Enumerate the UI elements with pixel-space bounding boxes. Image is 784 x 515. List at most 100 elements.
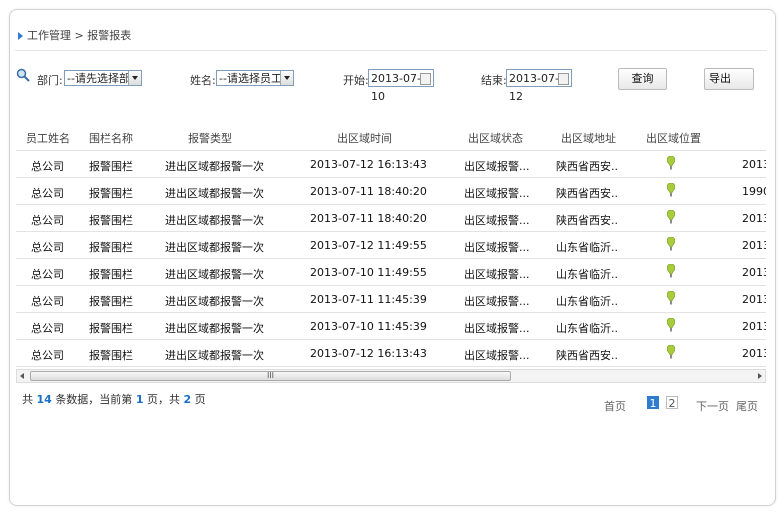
scrollbar-thumb[interactable]: III [30, 371, 511, 381]
map-pin-icon[interactable] [667, 318, 675, 332]
cell-time: 2013-07-12 16:13:43 [310, 158, 427, 171]
map-pin-icon[interactable] [667, 345, 675, 359]
cell-address: 陕西省西安... [556, 187, 618, 200]
cell-fence: 报警围栏 [89, 241, 133, 254]
cell-status: 出区域报警... [464, 322, 530, 335]
cell-address: 陕西省西安... [556, 214, 618, 227]
breadcrumb: 工作管理 > 报警报表 [18, 27, 131, 43]
dept-select[interactable]: --请先选择部 [64, 70, 142, 86]
cell-type: 进出区域都报警一次 [165, 160, 264, 173]
summary-pages: 2 [183, 393, 192, 406]
cell-address: 山东省临沂... [556, 295, 618, 308]
column-header: 员工姓名 [26, 132, 70, 145]
cell-fence: 报警围栏 [89, 295, 133, 308]
cell-extra: 2013 [742, 293, 766, 306]
table-row[interactable]: 总公司 报警围栏 进出区域都报警一次 2013-07-12 16:13:43 出区域报警… [16, 339, 766, 367]
filter-bar: 部门: --请先选择部 姓名: --请选择员工 开始: 2013-07-10 结… [0, 68, 784, 103]
start-date-input[interactable]: 2013-07-10 [368, 69, 434, 103]
cell-time: 2013-07-11 11:45:39 [310, 293, 427, 306]
column-header: 出区域位置 [646, 132, 701, 145]
page-2-button[interactable]: 2 [666, 396, 678, 410]
map-pin-icon[interactable] [667, 183, 675, 197]
chevron-down-icon[interactable] [128, 71, 141, 85]
cell-name: 总公司 [31, 322, 64, 335]
name-label: 姓名: [190, 74, 216, 87]
calendar-icon[interactable] [420, 73, 431, 85]
cell-type: 进出区域都报警一次 [165, 322, 264, 335]
cell-name: 总公司 [31, 241, 64, 254]
cell-extra: 2013 [742, 347, 766, 360]
next-page-link[interactable]: 下一页 [696, 398, 729, 414]
cell-extra: 2013 [742, 266, 766, 279]
map-pin-icon[interactable] [667, 210, 675, 224]
alarm-table: 员工姓名 围栏名称 报警类型 出区域时间 出区域状态 出区域地址 出区域位置 总… [16, 122, 766, 369]
query-button[interactable]: 查询 [618, 68, 667, 90]
table-row[interactable]: 总公司 报警围栏 进出区域都报警一次 2013-07-11 18:40:20 出区域报警… [16, 177, 766, 205]
cell-extra: 2013 [742, 212, 766, 225]
map-pin-icon[interactable] [667, 264, 675, 278]
cell-address: 山东省临沂... [556, 322, 618, 335]
breadcrumb-section[interactable]: 工作管理 [27, 29, 71, 42]
cell-extra: 2013 [742, 239, 766, 252]
map-pin-icon[interactable] [667, 291, 675, 305]
cell-address: 陕西省西安... [556, 160, 618, 173]
summary-text: 条数据，当前第 [55, 393, 133, 406]
cell-type: 进出区域都报警一次 [165, 187, 264, 200]
cell-fence: 报警围栏 [89, 187, 133, 200]
cell-type: 进出区域都报警一次 [165, 214, 264, 227]
table-row[interactable]: 总公司 报警围栏 进出区域都报警一次 2013-07-10 11:45:39 出区域报警… [16, 312, 766, 340]
summary-text: 页，共 [146, 393, 180, 406]
cell-status: 出区域报警... [464, 295, 530, 308]
dept-label: 部门: [37, 74, 63, 87]
cell-time: 2013-07-12 16:13:43 [310, 347, 427, 360]
cell-time: 2013-07-11 18:40:20 [310, 185, 427, 198]
cell-status: 出区域报警... [464, 160, 530, 173]
calendar-icon[interactable] [558, 73, 569, 85]
first-page-link[interactable]: 首页 [604, 398, 626, 414]
cell-type: 进出区域都报警一次 [165, 349, 264, 362]
cell-status: 出区域报警... [464, 268, 530, 281]
dept-select-value: --请先选择部 [67, 72, 130, 85]
employee-select[interactable]: --请选择员工 [216, 70, 294, 86]
cell-address: 陕西省西安... [556, 349, 618, 362]
cell-type: 进出区域都报警一次 [165, 295, 264, 308]
chevron-down-icon[interactable] [280, 71, 293, 85]
cell-address: 山东省临沂... [556, 268, 618, 281]
cell-extra: 2013 [742, 320, 766, 333]
column-header: 出区域地址 [561, 132, 616, 145]
summary-text: 共 [22, 393, 33, 406]
table-row[interactable]: 总公司 报警围栏 进出区域都报警一次 2013-07-11 18:40:20 出区域报警… [16, 204, 766, 232]
divider [15, 50, 767, 51]
cell-name: 总公司 [31, 187, 64, 200]
cell-extra: 2013 [742, 158, 766, 171]
cell-fence: 报警围栏 [89, 322, 133, 335]
table-row[interactable]: 总公司 报警围栏 进出区域都报警一次 2013-07-11 11:45:39 出区域报警… [16, 285, 766, 313]
end-date-input[interactable]: 2013-07-12 [506, 69, 572, 103]
table-header: 员工姓名 围栏名称 报警类型 出区域时间 出区域状态 出区域地址 出区域位置 [16, 122, 766, 151]
cell-name: 总公司 [31, 214, 64, 227]
last-page-link[interactable]: 尾页 [736, 398, 758, 414]
cell-fence: 报警围栏 [89, 160, 133, 173]
export-excel-button[interactable]: 导出Excel [704, 68, 754, 90]
cell-fence: 报警围栏 [89, 268, 133, 281]
map-pin-icon[interactable] [667, 156, 675, 170]
scroll-right-icon[interactable] [753, 370, 765, 382]
table-row[interactable]: 总公司 报警围栏 进出区域都报警一次 2013-07-12 11:49:55 出区域报警… [16, 231, 766, 259]
scroll-left-icon[interactable] [17, 370, 29, 382]
cell-time: 2013-07-10 11:45:39 [310, 320, 427, 333]
cell-extra: 1990 [742, 185, 766, 198]
cell-status: 出区域报警... [464, 187, 530, 200]
column-header: 围栏名称 [89, 132, 133, 145]
table-row[interactable]: 总公司 报警围栏 进出区域都报警一次 2013-07-12 16:13:43 出区域报警… [16, 150, 766, 178]
cell-status: 出区域报警... [464, 214, 530, 227]
map-pin-icon[interactable] [667, 237, 675, 251]
cell-name: 总公司 [31, 160, 64, 173]
search-icon [16, 68, 30, 82]
cell-name: 总公司 [31, 268, 64, 281]
page-1-button[interactable]: 1 [647, 396, 659, 410]
cell-type: 进出区域都报警一次 [165, 241, 264, 254]
table-row[interactable]: 总公司 报警围栏 进出区域都报警一次 2013-07-10 11:49:55 出区域报警… [16, 258, 766, 286]
summary-current: 1 [135, 393, 144, 406]
column-header: 出区域状态 [468, 132, 523, 145]
horizontal-scrollbar[interactable]: III [16, 369, 766, 383]
